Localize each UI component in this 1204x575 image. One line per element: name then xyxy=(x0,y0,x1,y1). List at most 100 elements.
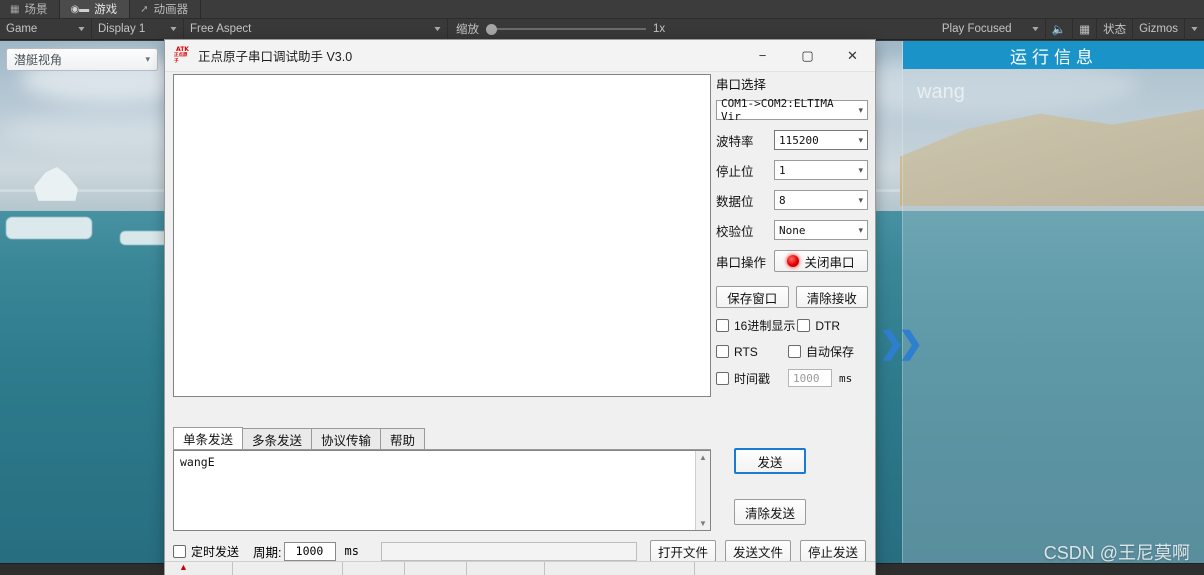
parity-label: 校验位 xyxy=(716,224,754,239)
zoom-control[interactable]: 缩放 1x xyxy=(448,21,665,37)
tab-help[interactable]: 帮助 xyxy=(380,428,426,449)
timestamp-label: 时间戳 xyxy=(734,371,771,386)
unity-tab-bar: ▦ 场景 ◉▬ 游戏 ➚ 动画器 xyxy=(0,0,1204,18)
minimize-button[interactable]: − xyxy=(740,40,785,72)
chevron-down-icon: ▼ xyxy=(432,25,443,33)
databits-row: 数据位 8 ▾ xyxy=(716,190,868,210)
hex-display-checkbox[interactable] xyxy=(716,319,729,332)
camera-view-dropdown[interactable]: 潜艇视角 ▾ xyxy=(6,48,158,71)
period-input[interactable]: 1000 xyxy=(283,541,336,561)
baud-label: 波特率 xyxy=(716,134,754,149)
mute-audio-button[interactable]: 🔈 xyxy=(1046,18,1074,40)
timed-send-label: 定时发送 xyxy=(191,544,240,559)
maximize-button[interactable]: ▢ xyxy=(785,40,830,72)
serial-assistant-window[interactable]: ATK 正点原子 正点原子串口调试助手 V3.0 − ▢ ✕ 串口选择 COM1… xyxy=(165,40,875,575)
receive-action-buttons: 保存窗口 清除接收 xyxy=(716,286,868,308)
clear-receive-button[interactable]: 清除接收 xyxy=(795,286,868,308)
baud-dropdown[interactable]: 115200 ▾ xyxy=(774,130,868,150)
send-button[interactable]: 发送 xyxy=(734,448,806,474)
send-file-button[interactable]: 发送文件 xyxy=(724,540,791,562)
send-scrollbar[interactable]: ▲ ▼ xyxy=(695,451,710,530)
open-file-button[interactable]: 打开文件 xyxy=(649,540,716,562)
status-cell xyxy=(343,561,405,575)
timestamp-interval-input[interactable]: 1000 xyxy=(788,369,832,387)
stopbits-label: 停止位 xyxy=(716,164,754,179)
chevron-double-right-icon[interactable]: ❯❯ xyxy=(879,329,923,359)
grid-icon: ▦ xyxy=(10,3,20,15)
port-select-label: 串口选择 xyxy=(716,78,767,92)
timed-send-checkbox[interactable] xyxy=(173,544,186,558)
baud-value: 115200 xyxy=(779,133,819,147)
display-dropdown[interactable]: Display 1 ▼ xyxy=(92,18,184,40)
parity-dropdown[interactable]: None ▾ xyxy=(774,220,868,240)
status-cell xyxy=(0,563,165,575)
tab-multi-send[interactable]: 多条发送 xyxy=(242,428,313,449)
tab-protocol-transfer[interactable]: 协议传输 xyxy=(311,428,382,449)
chevron-down-icon: ▾ xyxy=(858,104,863,115)
stopbits-dropdown[interactable]: 1 ▾ xyxy=(774,160,868,180)
save-window-button[interactable]: 保存窗口 xyxy=(716,286,789,308)
display-options-row-1: 16进制显示 DTR xyxy=(716,317,868,334)
display-options-row-2: RTS 自动保存 xyxy=(716,343,868,360)
window-status-bar: ▲ xyxy=(165,561,875,575)
tab-single-send[interactable]: 单条发送 xyxy=(173,427,244,449)
window-title-bar[interactable]: ATK 正点原子 正点原子串口调试助手 V3.0 − ▢ ✕ xyxy=(165,40,875,72)
zoom-slider[interactable] xyxy=(486,22,646,36)
unity-game-toolbar: Game ▼ Display 1 ▼ Free Aspect ▼ 缩放 1x P… xyxy=(0,18,1204,40)
run-info-title: 运行信息 xyxy=(1010,47,1098,67)
file-path-field[interactable] xyxy=(380,541,637,561)
status-cell xyxy=(467,561,545,575)
parity-row: 校验位 None ▾ xyxy=(716,220,868,240)
chevron-down-icon: ▾ xyxy=(858,224,863,235)
send-text-content[interactable]: wangE xyxy=(174,451,695,530)
chevron-down-icon: ▾ xyxy=(858,164,863,175)
send-mode-tabs: 单条发送 多条发送 协议传输 帮助 xyxy=(173,427,711,450)
display-options-row-3: 时间戳 1000 ms xyxy=(716,369,868,387)
gizmos-dropdown[interactable]: ▼ xyxy=(1185,18,1204,40)
iceberg xyxy=(6,217,92,239)
tab-scene[interactable]: ▦ 场景 xyxy=(0,0,61,18)
stop-send-button[interactable]: 停止发送 xyxy=(799,540,866,562)
port-operation-row: 串口操作 关闭串口 xyxy=(716,250,868,272)
rts-checkbox[interactable] xyxy=(716,345,729,358)
stopbits-value: 1 xyxy=(779,163,786,177)
hex-display-label: 16进制显示 xyxy=(734,319,796,333)
clear-send-button[interactable]: 清除发送 xyxy=(734,499,806,525)
display-label: Display 1 xyxy=(98,23,146,35)
autosave-label: 自动保存 xyxy=(806,345,855,359)
databits-dropdown[interactable]: 8 ▾ xyxy=(774,190,868,210)
tab-animator[interactable]: ➚ 动画器 xyxy=(130,0,202,18)
period-label: 周期: xyxy=(253,545,282,560)
zoom-value: 1x xyxy=(653,23,666,35)
viewmode-dropdown[interactable]: Game ▼ xyxy=(0,18,92,40)
run-info-body: wang xyxy=(903,69,1204,116)
camera-view-label: 潜艇视角 xyxy=(14,53,63,67)
timestamp-checkbox[interactable] xyxy=(716,371,729,385)
aspect-dropdown[interactable]: Free Aspect ▼ xyxy=(184,18,448,40)
stats-label-button[interactable]: 状态 xyxy=(1097,18,1134,40)
port-select-dropdown[interactable]: COM1->COM2:ELTIMA Vir ▾ xyxy=(716,97,868,123)
scroll-down-icon[interactable]: ▼ xyxy=(699,519,707,528)
close-port-button[interactable]: 关闭串口 xyxy=(774,250,868,272)
chevron-down-icon: ▼ xyxy=(1030,25,1041,33)
gamepad-icon: ◉▬ xyxy=(70,3,90,15)
gizmos-button[interactable]: Gizmos xyxy=(1133,18,1186,40)
send-textbox[interactable]: wangE ▲ ▼ xyxy=(173,450,711,531)
period-unit-label: ms xyxy=(344,544,359,558)
gizmos-label: Gizmos xyxy=(1139,23,1179,35)
atk-logo-bottom: 正点原子 xyxy=(174,52,188,64)
zoom-knob[interactable] xyxy=(486,23,497,35)
playmode-dropdown[interactable]: Play Focused ▼ xyxy=(936,18,1046,40)
dtr-checkbox[interactable] xyxy=(797,319,811,332)
stats-toggle-button[interactable]: ▦ xyxy=(1073,18,1098,40)
aspect-label: Free Aspect xyxy=(190,23,252,35)
tab-game[interactable]: ◉▬ 游戏 xyxy=(60,0,131,18)
iceberg xyxy=(120,231,170,245)
timed-send-row: 定时发送 周期: 1000 ms 打开文件 发送文件 停止发送 xyxy=(173,540,867,562)
chevron-down-icon: ▼ xyxy=(168,25,179,33)
scroll-up-icon[interactable]: ▲ xyxy=(699,453,707,462)
close-port-label: 关闭串口 xyxy=(804,255,855,270)
autosave-checkbox[interactable] xyxy=(788,345,801,358)
close-button[interactable]: ✕ xyxy=(830,40,875,72)
receive-textarea[interactable] xyxy=(173,74,711,397)
